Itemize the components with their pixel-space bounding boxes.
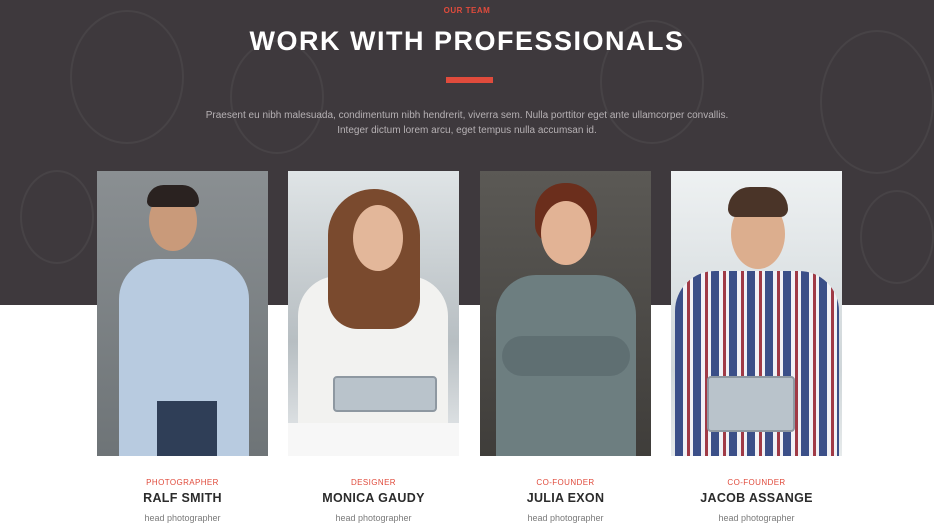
crossed-arms: [502, 336, 630, 376]
member-name[interactable]: JACOB ASSANGE: [671, 491, 842, 505]
team-card[interactable]: PHOTOGRAPHER RALF SMITH head photographe…: [97, 171, 268, 523]
tablet-prop: [707, 376, 795, 432]
member-name[interactable]: JULIA EXON: [480, 491, 651, 505]
member-photo: [288, 171, 459, 456]
background-sketch: [860, 190, 934, 284]
background-sketch: [20, 170, 94, 264]
head-figure: [541, 201, 591, 265]
desk-surface: [288, 423, 459, 456]
member-role: CO-FOUNDER: [536, 478, 595, 487]
hair-figure: [728, 187, 788, 217]
section-description: Praesent eu nibh malesuada, condimentum …: [0, 108, 934, 138]
member-subtitle: head photographer: [527, 513, 604, 523]
member-role: PHOTOGRAPHER: [146, 478, 219, 487]
tablet-prop: [333, 376, 437, 412]
member-name[interactable]: RALF SMITH: [97, 491, 268, 505]
member-subtitle: head photographer: [335, 513, 412, 523]
hair-figure: [147, 185, 199, 207]
title-underline: [446, 77, 493, 83]
member-photo: [671, 171, 842, 456]
member-photo: [97, 171, 268, 456]
member-role: CO-FOUNDER: [727, 478, 786, 487]
head-figure: [353, 205, 403, 271]
section-eyebrow: OUR TEAM: [443, 6, 491, 15]
section-title: WORK WITH PROFESSIONALS: [249, 26, 685, 56]
description-line: Praesent eu nibh malesuada, condimentum …: [205, 110, 729, 121]
member-subtitle: head photographer: [718, 513, 795, 523]
description-line: Integer dictum lorem arcu, eget tempus n…: [337, 125, 597, 136]
body-figure: [157, 401, 217, 456]
team-card[interactable]: CO-FOUNDER JULIA EXON head photographer: [480, 171, 651, 523]
member-photo: [480, 171, 651, 456]
member-name[interactable]: MONICA GAUDY: [288, 491, 459, 505]
member-subtitle: head photographer: [144, 513, 221, 523]
team-card[interactable]: DESIGNER MONICA GAUDY head photographer: [288, 171, 459, 523]
member-role: DESIGNER: [351, 478, 396, 487]
team-card[interactable]: CO-FOUNDER JACOB ASSANGE head photograph…: [671, 171, 842, 523]
